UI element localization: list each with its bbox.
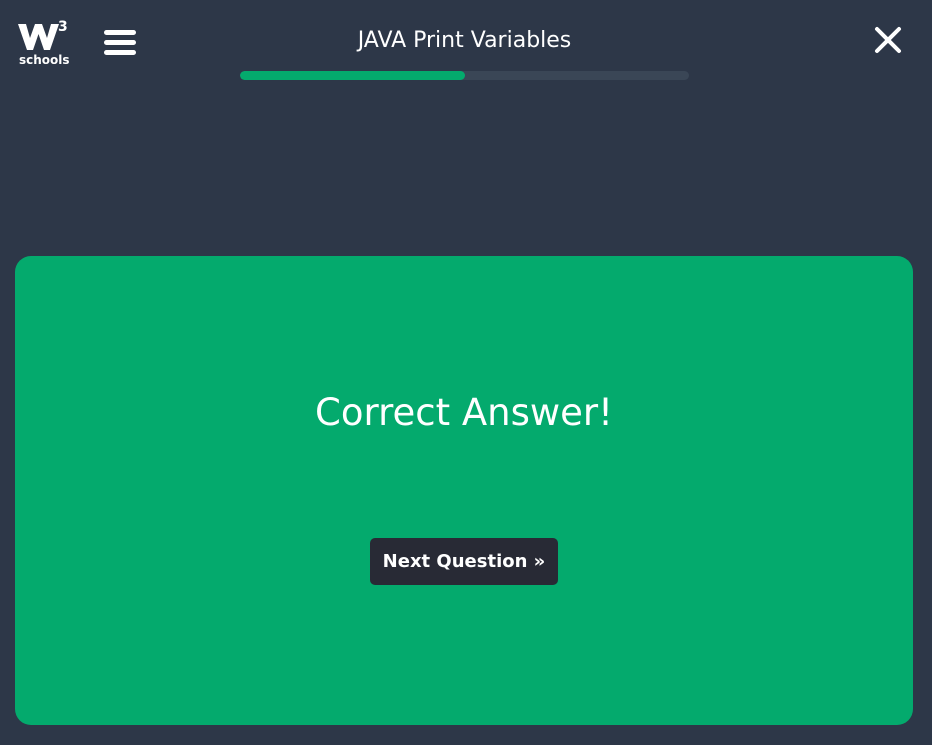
quiz-header: 3 schools JAVA Print Variables	[0, 0, 932, 90]
page-title: JAVA Print Variables	[357, 28, 572, 53]
logo-wordmark: schools	[19, 53, 70, 67]
menu-bar-bottom	[104, 50, 136, 55]
result-card: Correct Answer! Next Question »	[15, 256, 913, 725]
menu-bar-middle	[104, 40, 136, 45]
next-question-button[interactable]: Next Question »	[370, 538, 558, 585]
close-button[interactable]	[874, 26, 902, 54]
logo-superscript: 3	[58, 19, 68, 35]
close-x-icon	[875, 27, 901, 53]
menu-bar-top	[104, 30, 136, 35]
w3schools-logo[interactable]: 3 schools	[18, 18, 72, 72]
quiz-progress-fill	[240, 71, 465, 80]
w3schools-logo-icon: 3	[18, 19, 68, 50]
hamburger-menu-icon[interactable]	[104, 30, 136, 60]
quiz-progress-bar	[240, 71, 689, 80]
result-message: Correct Answer!	[315, 391, 613, 434]
